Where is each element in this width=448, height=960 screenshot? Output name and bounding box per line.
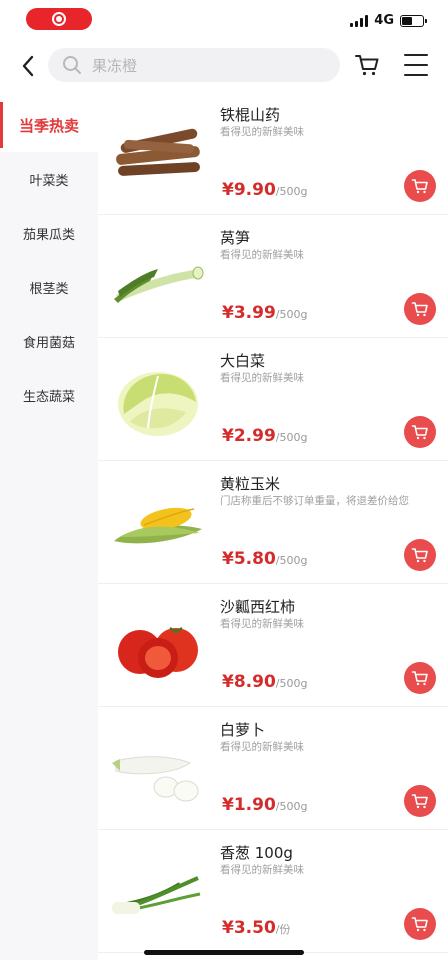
cart-icon bbox=[411, 671, 428, 686]
scallion-image bbox=[112, 876, 201, 914]
add-to-cart-button[interactable] bbox=[404, 170, 436, 202]
product-description: 看得见的新鲜美味 bbox=[220, 372, 304, 384]
price-amount: ¥5.80 bbox=[222, 549, 276, 569]
product-name: 白萝卜 bbox=[220, 721, 266, 739]
product-name: 大白菜 bbox=[220, 352, 266, 370]
add-to-cart-button[interactable] bbox=[404, 785, 436, 817]
product-price: ¥1.90/500g bbox=[222, 795, 307, 815]
category-label: 叶菜类 bbox=[29, 173, 69, 189]
product-name: 沙瓤西红柿 bbox=[220, 598, 296, 616]
hamburger-menu-icon bbox=[404, 54, 428, 56]
category-label: 当季热卖 bbox=[18, 116, 79, 135]
product-name: 莴笋 bbox=[220, 229, 251, 247]
battery-icon bbox=[400, 14, 427, 27]
price-unit: /500g bbox=[275, 677, 308, 690]
price-amount: ¥2.99 bbox=[222, 426, 276, 446]
corn-image bbox=[114, 507, 202, 544]
price-amount: ¥9.90 bbox=[222, 180, 276, 200]
category-sidebar: 当季热卖 叶菜类 茄果瓜类 根茎类 食用菌菇 生态蔬菜 bbox=[0, 98, 98, 960]
product-name: 香葱 100g bbox=[220, 844, 293, 862]
category-label: 根茎类 bbox=[29, 281, 69, 297]
cart-icon bbox=[411, 548, 428, 563]
tomato-image bbox=[118, 626, 198, 678]
status-bar: 4G bbox=[0, 0, 448, 44]
cart-icon bbox=[411, 425, 428, 440]
price-amount: ¥3.99 bbox=[222, 303, 276, 323]
signal-icon bbox=[350, 14, 369, 27]
menu-button[interactable] bbox=[404, 54, 428, 76]
category-item[interactable]: 当季热卖 bbox=[0, 98, 98, 152]
product-price: ¥2.99/500g bbox=[222, 426, 307, 446]
product-name: 黄粒玉米 bbox=[220, 475, 281, 493]
cart-button[interactable] bbox=[354, 52, 380, 78]
add-to-cart-button[interactable] bbox=[404, 416, 436, 448]
category-item[interactable]: 生态蔬菜 bbox=[0, 368, 98, 422]
product-price: ¥3.50/份 bbox=[222, 918, 291, 938]
product-description: 看得见的新鲜美味 bbox=[220, 864, 304, 876]
product-item[interactable]: 莴笋 看得见的新鲜美味 ¥3.99/500g bbox=[98, 215, 448, 338]
cart-icon bbox=[411, 917, 428, 932]
home-indicator[interactable] bbox=[144, 950, 304, 955]
search-placeholder: 果冻橙 bbox=[92, 56, 138, 75]
product-item[interactable]: 白萝卜 看得见的新鲜美味 ¥1.90/500g bbox=[98, 707, 448, 830]
category-label: 食用菌菇 bbox=[22, 335, 75, 351]
cart-icon bbox=[411, 179, 428, 194]
product-description: 看得见的新鲜美味 bbox=[220, 126, 304, 138]
price-unit: /500g bbox=[275, 800, 308, 813]
price-unit: /份 bbox=[275, 923, 291, 936]
cart-icon bbox=[411, 302, 428, 317]
top-navigation: 果冻橙 bbox=[0, 44, 448, 88]
lettuce-stem-image bbox=[114, 266, 204, 303]
screen-recording-indicator[interactable] bbox=[26, 8, 92, 30]
category-item[interactable]: 叶菜类 bbox=[0, 152, 98, 206]
search-icon bbox=[63, 56, 81, 74]
price-amount: ¥1.90 bbox=[222, 795, 276, 815]
product-item[interactable]: 沙瓤西红柿 看得见的新鲜美味 ¥8.90/500g bbox=[98, 584, 448, 707]
product-price: ¥8.90/500g bbox=[222, 672, 307, 692]
hamburger-line bbox=[404, 74, 428, 76]
hamburger-line bbox=[404, 64, 428, 66]
category-label: 茄果瓜类 bbox=[22, 227, 75, 243]
price-unit: /500g bbox=[275, 308, 308, 321]
category-item[interactable]: 根茎类 bbox=[0, 260, 98, 314]
add-to-cart-button[interactable] bbox=[404, 662, 436, 694]
price-amount: ¥8.90 bbox=[222, 672, 276, 692]
price-unit: /500g bbox=[275, 554, 308, 567]
product-list: 铁棍山药 看得见的新鲜美味 ¥9.90/500g 莴笋 看得见的新鲜美味 ¥3.… bbox=[98, 92, 448, 953]
status-indicators: 4G bbox=[350, 13, 427, 28]
record-icon bbox=[52, 12, 66, 26]
product-price: ¥3.99/500g bbox=[222, 303, 307, 323]
network-type: 4G bbox=[374, 13, 394, 28]
product-item[interactable]: 黄粒玉米 门店称重后不够订单重量，将退差价给您 ¥5.80/500g bbox=[98, 461, 448, 584]
search-bar[interactable]: 果冻橙 bbox=[48, 48, 340, 82]
back-button[interactable] bbox=[16, 52, 40, 80]
price-unit: /500g bbox=[275, 185, 308, 198]
product-item[interactable]: 香葱 100g 看得见的新鲜美味 ¥3.50/份 bbox=[98, 830, 448, 953]
yam-image bbox=[116, 128, 200, 176]
product-price: ¥9.90/500g bbox=[222, 180, 307, 200]
category-label: 生态蔬菜 bbox=[22, 389, 75, 405]
add-to-cart-button[interactable] bbox=[404, 293, 436, 325]
product-description: 看得见的新鲜美味 bbox=[220, 741, 304, 753]
product-item[interactable]: 大白菜 看得见的新鲜美味 ¥2.99/500g bbox=[98, 338, 448, 461]
add-to-cart-button[interactable] bbox=[404, 539, 436, 571]
add-to-cart-button[interactable] bbox=[404, 908, 436, 940]
product-description: 看得见的新鲜美味 bbox=[220, 249, 304, 261]
product-name: 铁棍山药 bbox=[220, 106, 281, 124]
napa-cabbage-image bbox=[118, 372, 198, 436]
chevron-left-icon bbox=[22, 55, 34, 77]
cart-icon bbox=[411, 794, 428, 809]
category-item[interactable]: 食用菌菇 bbox=[0, 314, 98, 368]
product-description: 看得见的新鲜美味 bbox=[220, 618, 304, 630]
cart-icon bbox=[355, 55, 379, 76]
category-item[interactable]: 茄果瓜类 bbox=[0, 206, 98, 260]
price-unit: /500g bbox=[275, 431, 308, 444]
product-price: ¥5.80/500g bbox=[222, 549, 307, 569]
white-radish-image bbox=[112, 756, 199, 802]
price-amount: ¥3.50 bbox=[222, 918, 276, 938]
product-description: 门店称重后不够订单重量，将退差价给您 bbox=[220, 495, 409, 507]
product-item[interactable]: 铁棍山药 看得见的新鲜美味 ¥9.90/500g bbox=[98, 92, 448, 215]
